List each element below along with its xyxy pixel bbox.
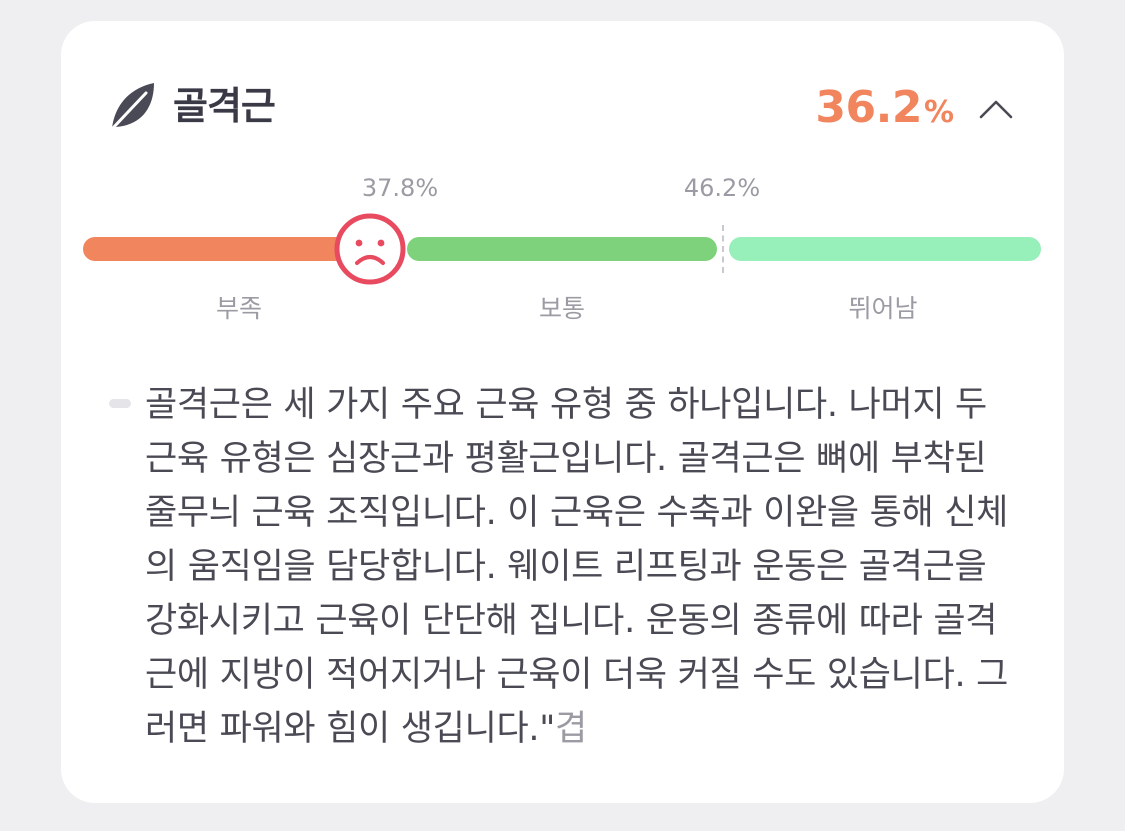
metric-value: 36.2%	[815, 81, 954, 144]
scale-segment-normal	[407, 237, 717, 261]
sad-face-icon	[334, 213, 406, 285]
segment-label-normal: 보통	[538, 294, 586, 323]
segment-label-excellent: 뛰어남	[848, 294, 918, 323]
skeletal-muscle-card: 골격근 36.2% 37.8% 46.2% 부족 보통 뛰어남 골격근은 세 가…	[61, 21, 1064, 803]
description-bullet	[109, 399, 131, 408]
scale-segment-low	[83, 237, 373, 261]
chevron-up-icon[interactable]	[972, 89, 1020, 129]
metric-title: 골격근	[173, 84, 276, 128]
scale-segment-excellent	[729, 237, 1041, 261]
metric-value-number: 36.2	[815, 82, 922, 133]
leaf-icon	[110, 83, 154, 131]
description-more-link[interactable]: 겹	[555, 709, 587, 749]
threshold-normal-excellent: 46.2%	[683, 174, 761, 202]
description-text: 골격근은 세 가지 주요 근육 유형 중 하나입니다. 나머지 두 근육 유형은…	[145, 378, 1025, 756]
threshold-divider	[722, 225, 724, 273]
description-body: 골격근은 세 가지 주요 근육 유형 중 하나입니다. 나머지 두 근육 유형은…	[145, 385, 1009, 749]
segment-label-low: 부족	[215, 294, 263, 323]
metric-value-unit: %	[923, 95, 954, 130]
threshold-low-normal: 37.8%	[361, 174, 439, 202]
